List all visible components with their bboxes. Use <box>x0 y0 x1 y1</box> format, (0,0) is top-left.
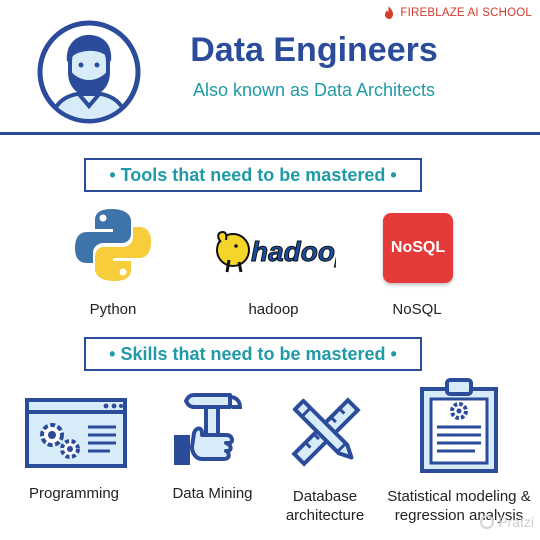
skill-label: Data Mining <box>172 485 253 502</box>
watermark: Pratzi <box>480 514 534 530</box>
page-title: Data Engineers <box>190 31 438 69</box>
watermark-text: Pratzi <box>498 514 534 530</box>
brand-name: FIREBLAZE AI SCHOOL <box>400 6 532 19</box>
tool-hadoop: hadoop hadoop <box>206 205 341 320</box>
ruler-pencil-icon <box>291 397 361 467</box>
nosql-logo-icon: NoSQL <box>383 213 453 283</box>
bearded-person-icon <box>37 20 141 124</box>
header-divider <box>0 132 540 135</box>
hadoop-logo-icon: hadoop <box>216 230 336 273</box>
brand-logo: FIREBLAZE AI SCHOOL <box>383 6 532 19</box>
tool-label: Python <box>89 301 137 318</box>
hadoop-logo-text: hadoop <box>251 236 336 267</box>
nosql-logo-text: NoSQL <box>390 239 446 256</box>
skill-label-line2: architecture <box>285 507 365 524</box>
skill-statistical-modeling: Statistical modeling & regression analys… <box>381 377 537 527</box>
skill-label-line1: Statistical modeling & <box>387 488 531 505</box>
skill-data-mining: Data Mining <box>160 385 265 502</box>
tool-python: Python <box>62 205 164 320</box>
python-logo-icon <box>75 209 151 281</box>
tool-label: NoSQL <box>392 301 442 318</box>
browser-gears-icon <box>25 398 127 468</box>
page-subtitle: Also known as Data Architects <box>192 80 436 100</box>
skill-label-line1: Database <box>292 488 358 505</box>
watermark-icon <box>480 515 495 529</box>
skill-label: Programming <box>28 485 120 502</box>
skills-section-heading: • Skills that need to be mastered • <box>84 337 422 371</box>
flame-icon <box>385 6 394 19</box>
clipboard-gear-icon <box>420 378 498 473</box>
tools-section-heading: • Tools that need to be mastered • <box>84 158 422 192</box>
tool-nosql: NoSQL NoSQL <box>367 205 467 320</box>
tool-label: hadoop <box>248 301 299 318</box>
hand-hammer-icon <box>174 393 243 465</box>
skill-database-architecture: Database architecture <box>276 392 374 527</box>
skill-programming: Programming <box>18 395 130 505</box>
